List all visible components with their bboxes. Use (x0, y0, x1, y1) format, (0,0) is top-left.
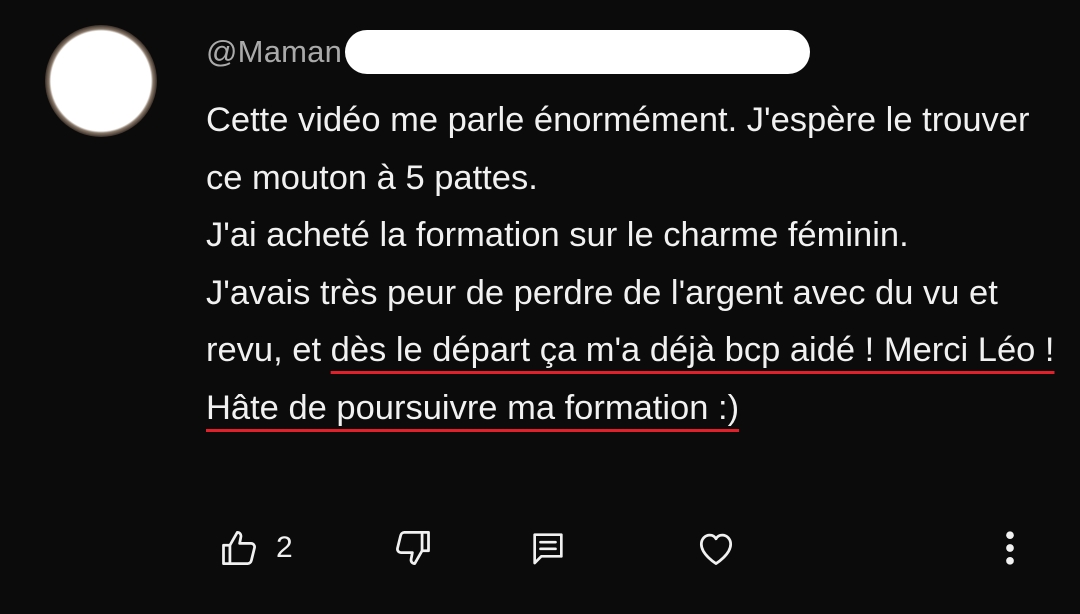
dislike-button[interactable] (390, 520, 434, 576)
like-button[interactable]: 2 (218, 520, 293, 576)
comment-underlined-text: dès le départ ça m'a déjà bcp aidé ! Mer… (206, 331, 1055, 427)
reply-button[interactable] (528, 520, 568, 576)
like-count: 2 (276, 531, 293, 564)
username-redaction (345, 30, 810, 74)
comment-paragraph-2: J'ai acheté la formation sur le charme f… (206, 216, 909, 254)
heart-icon (694, 526, 738, 570)
thumbs-down-icon (390, 526, 434, 570)
comment-body: Cette vidéo me parle énormément. J'espèr… (206, 92, 1056, 437)
username[interactable]: @Maman (206, 34, 342, 70)
comment-paragraph-1: Cette vidéo me parle énormément. J'espèr… (206, 101, 1030, 197)
thumbs-up-icon (218, 526, 262, 570)
heart-button[interactable] (694, 520, 738, 576)
avatar-redaction (53, 31, 149, 131)
avatar[interactable] (45, 25, 157, 137)
comment-actions: 2 (0, 520, 1080, 576)
comment-header: @Maman (206, 28, 342, 76)
reply-icon (528, 528, 568, 568)
more-vertical-icon (998, 526, 1022, 570)
more-options-button[interactable] (998, 520, 1022, 576)
comment-paragraph-3: J'avais très peur de perdre de l'argent … (206, 265, 1056, 438)
